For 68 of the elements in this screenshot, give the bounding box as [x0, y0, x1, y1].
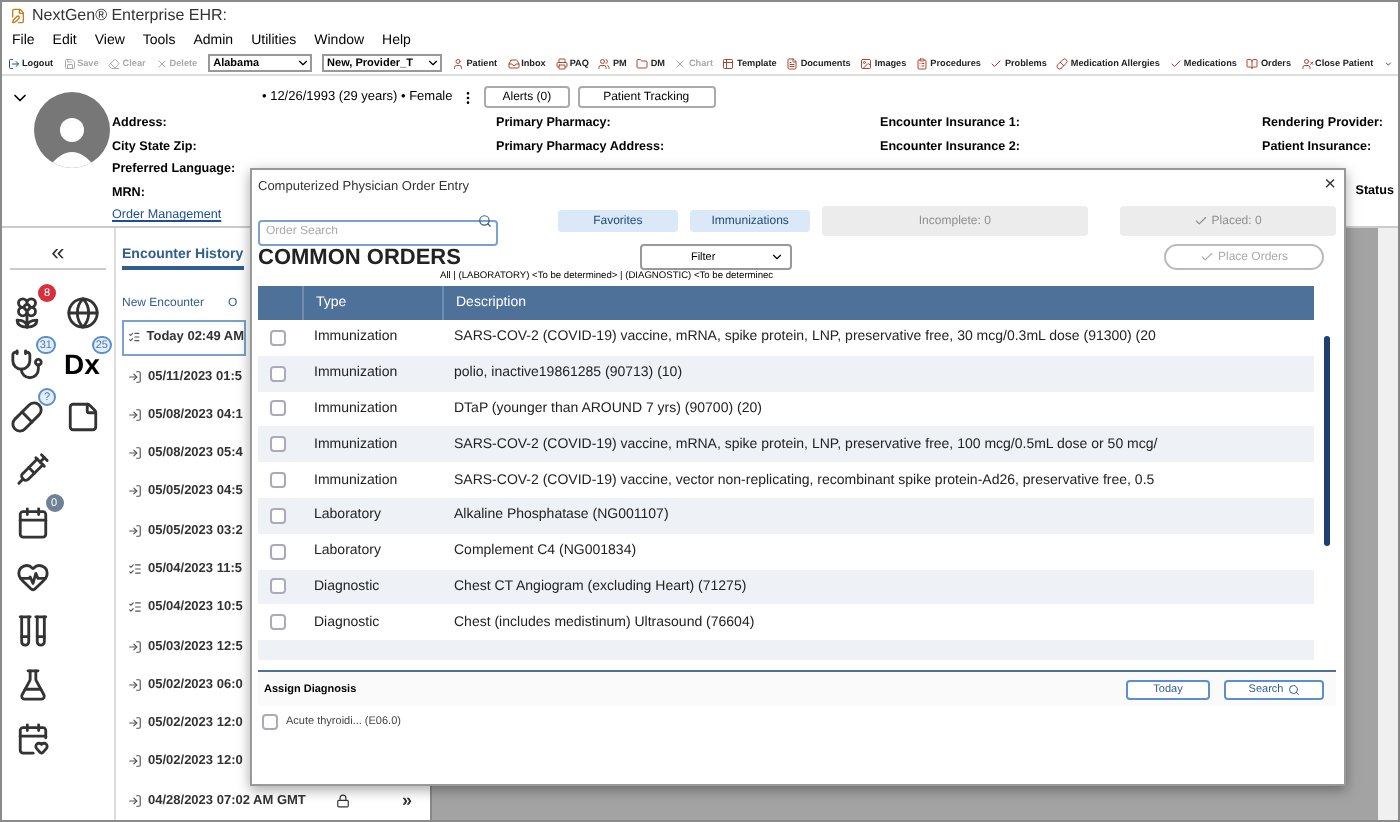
checkbox[interactable]	[270, 507, 286, 524]
syringe-icon[interactable]	[16, 451, 50, 485]
chevron-down-icon	[426, 56, 441, 70]
checkbox[interactable]	[262, 714, 278, 730]
scrollbar-thumb[interactable]	[1324, 336, 1331, 546]
close-button[interactable]: ×	[1324, 176, 1336, 196]
folder-icon	[636, 57, 649, 69]
people-icon	[598, 57, 611, 69]
test-tubes-icon[interactable]	[16, 613, 50, 647]
window-title: NextGen® Enterprise EHR:	[32, 6, 227, 24]
checkbox[interactable]	[270, 472, 286, 489]
eraser-icon	[108, 57, 121, 69]
enter-icon	[128, 484, 142, 499]
pill-icon	[1056, 57, 1069, 69]
logout-icon	[8, 57, 20, 69]
note-icon[interactable]	[65, 399, 99, 433]
search-icon	[1287, 683, 1300, 695]
inbox-icon	[507, 57, 520, 69]
section-heading: COMMON ORDERS	[258, 246, 461, 270]
enter-icon	[128, 793, 142, 808]
checkbox[interactable]	[270, 543, 286, 560]
enter-icon	[128, 677, 142, 692]
search-icon	[478, 214, 492, 228]
printer-icon	[555, 57, 568, 69]
checkbox[interactable]	[270, 436, 286, 453]
lock-icon	[335, 793, 350, 808]
person-icon	[452, 57, 465, 69]
checklist-icon	[128, 600, 142, 615]
clipboard-icon	[916, 57, 929, 69]
chevron-down-icon	[770, 250, 785, 264]
stethoscope-icon[interactable]	[9, 347, 43, 381]
checkbox[interactable]	[270, 329, 286, 346]
enter-icon	[128, 523, 142, 538]
chevron-down-icon	[295, 56, 310, 70]
person-x-icon	[1301, 57, 1314, 69]
dx-label[interactable]: Dx	[64, 348, 100, 380]
checkbox[interactable]	[270, 614, 286, 631]
calendar-heart-icon[interactable]	[16, 721, 50, 755]
check-icon	[1193, 214, 1208, 228]
enter-icon	[128, 716, 142, 731]
close-icon	[674, 57, 687, 69]
collapse-button[interactable]: «	[10, 240, 106, 270]
checklist-icon	[128, 330, 141, 345]
check-icon	[1169, 57, 1182, 69]
enter-icon	[128, 369, 142, 384]
enter-icon	[128, 407, 142, 422]
table-icon	[722, 57, 735, 69]
checkbox[interactable]	[270, 365, 286, 382]
enter-icon	[128, 446, 142, 461]
app-icon	[10, 7, 26, 23]
checkbox[interactable]	[270, 400, 286, 417]
flask-icon[interactable]	[16, 667, 50, 701]
image-icon	[860, 57, 873, 69]
pill-icon[interactable]	[9, 399, 43, 433]
close-icon	[155, 57, 168, 69]
checklist-icon	[128, 561, 142, 576]
save-icon	[63, 57, 76, 69]
document-icon	[786, 57, 799, 69]
book-icon	[1246, 57, 1259, 69]
calendar-icon[interactable]	[16, 505, 50, 539]
enter-icon	[128, 754, 142, 769]
heart-pulse-icon[interactable]	[16, 559, 50, 593]
enter-icon	[128, 639, 142, 654]
check-icon	[1199, 250, 1214, 264]
checkbox[interactable]	[270, 578, 286, 595]
check-icon	[990, 57, 1003, 69]
globe-icon[interactable]	[65, 295, 99, 329]
expand-button[interactable]: »	[401, 790, 412, 811]
